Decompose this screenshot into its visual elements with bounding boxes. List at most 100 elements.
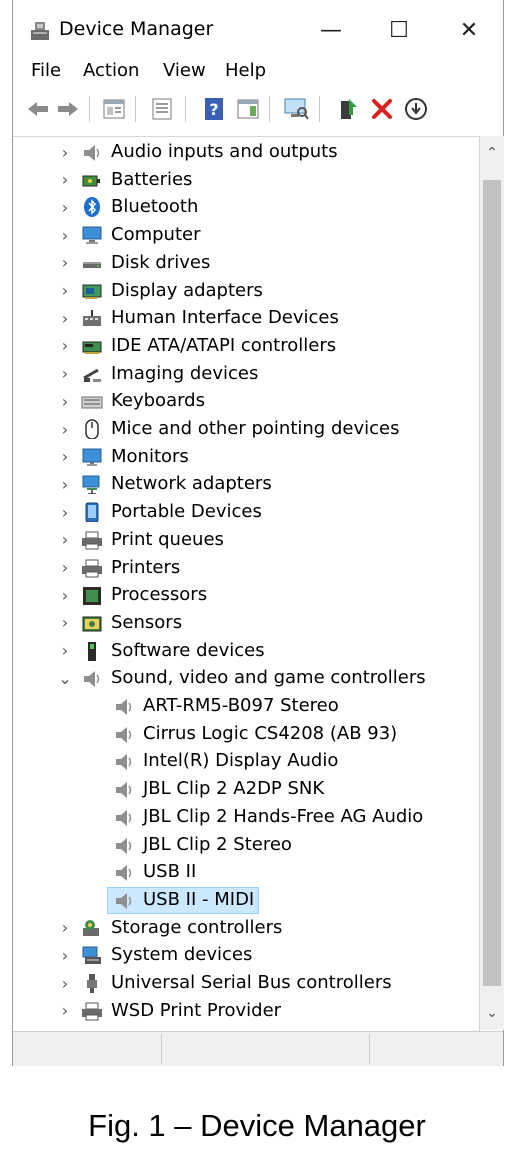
uninstall-icon[interactable] — [369, 96, 395, 122]
scan-hardware-icon[interactable] — [283, 96, 309, 122]
status-divider — [161, 1034, 162, 1064]
expand-chevron-icon[interactable]: › — [57, 612, 73, 634]
tree-category[interactable]: › System devices — [13, 942, 479, 968]
tree-category[interactable]: › Mice and other pointing devices — [13, 416, 479, 442]
expand-chevron-icon[interactable]: › — [57, 1000, 73, 1022]
tree-node-label: System devices — [111, 944, 253, 966]
menu-view[interactable]: View — [163, 60, 206, 81]
tree-device[interactable]: Intel(R) Display Audio — [13, 748, 479, 774]
ide-controller-icon — [81, 336, 103, 356]
tree-category[interactable]: › Batteries — [13, 167, 479, 193]
tree-device-selected[interactable]: USB II - MIDI — [13, 886, 479, 914]
expand-chevron-icon[interactable]: › — [57, 446, 73, 468]
toolbar-separator — [319, 96, 320, 122]
toolbar-separator — [135, 96, 136, 122]
vertical-scrollbar[interactable]: ⌃ ⌄ — [480, 136, 504, 1030]
close-button[interactable]: ✕ — [449, 14, 489, 46]
expand-chevron-icon[interactable]: › — [57, 252, 73, 274]
toolbar-separator — [185, 96, 186, 122]
tree-category[interactable]: › Network adapters — [13, 471, 479, 497]
tree-category[interactable]: › Processors — [13, 582, 479, 608]
expand-chevron-icon[interactable]: › — [57, 390, 73, 412]
expand-chevron-icon[interactable]: › — [57, 363, 73, 385]
expand-chevron-icon[interactable]: › — [57, 501, 73, 523]
expand-chevron-icon[interactable]: › — [57, 418, 73, 440]
window-title: Device Manager — [59, 18, 214, 40]
device-tree[interactable]: › Audio inputs and outputs › Batteries › Blue… — [13, 136, 480, 1031]
show-hidden-icon[interactable] — [149, 96, 175, 122]
processor-icon — [81, 585, 103, 606]
tree-category[interactable]: › Audio inputs and outputs — [13, 139, 479, 165]
tree-category[interactable]: › Monitors — [13, 444, 479, 470]
tree-category[interactable]: › Display adapters — [13, 278, 479, 304]
tree-category[interactable]: › Print queues — [13, 527, 479, 553]
title-bar[interactable]: Device Manager — ☐ ✕ — [13, 0, 503, 58]
speaker-icon — [113, 835, 135, 855]
speaker-icon — [113, 807, 135, 827]
tree-category[interactable]: › Keyboards — [13, 388, 479, 414]
disable-icon[interactable] — [403, 96, 429, 122]
tree-device[interactable]: USB II — [13, 859, 479, 885]
keyboard-icon — [81, 391, 103, 411]
expand-chevron-icon[interactable]: › — [57, 169, 73, 191]
figure-caption: Fig. 1 – Device Manager — [88, 1108, 426, 1143]
expand-chevron-icon[interactable]: › — [57, 335, 73, 357]
expand-chevron-icon[interactable]: › — [57, 557, 73, 579]
tree-node-label: ART-RM5-B097 Stereo — [143, 695, 339, 716]
expand-chevron-icon[interactable]: › — [57, 196, 73, 218]
tree-node-label: Bluetooth — [111, 196, 199, 218]
update-driver-icon[interactable] — [335, 96, 361, 122]
expand-chevron-icon[interactable]: › — [57, 307, 73, 329]
action-pane-icon[interactable] — [235, 96, 261, 122]
tree-device[interactable]: ART-RM5-B097 Stereo — [13, 693, 479, 719]
tree-category[interactable]: › Computer — [13, 222, 479, 248]
minimize-button[interactable]: — — [311, 14, 351, 46]
tree-category[interactable]: › Software devices — [13, 638, 479, 664]
maximize-button[interactable]: ☐ — [379, 14, 419, 46]
tree-node-label: Disk drives — [111, 251, 211, 273]
tree-category[interactable]: › Portable Devices — [13, 499, 479, 525]
tree-category[interactable]: › Human Interface Devices — [13, 305, 479, 331]
tree-device[interactable]: JBL Clip 2 Hands-Free AG Audio — [13, 804, 479, 830]
expand-chevron-icon[interactable]: › — [57, 280, 73, 302]
tree-category[interactable]: › Storage controllers — [13, 915, 479, 941]
speaker-icon — [113, 751, 135, 771]
tree-category[interactable]: › Bluetooth — [13, 194, 479, 220]
tree-category[interactable]: › WSD Print Provider — [13, 998, 479, 1024]
expand-chevron-icon[interactable]: › — [57, 584, 73, 606]
properties-icon[interactable] — [101, 96, 127, 122]
menu-action[interactable]: Action — [83, 60, 139, 81]
bluetooth-icon — [81, 197, 103, 218]
help-icon[interactable]: ? — [201, 96, 227, 122]
tree-category[interactable]: › IDE ATA/ATAPI controllers — [13, 333, 479, 359]
forward-icon[interactable] — [55, 96, 81, 122]
tree-node-label: Portable Devices — [111, 501, 262, 523]
tree-category[interactable]: › Sensors — [13, 610, 479, 636]
expand-chevron-icon[interactable]: › — [57, 141, 73, 163]
tree-category[interactable]: › Disk drives — [13, 250, 479, 276]
tree-category[interactable]: › Universal Serial Bus controllers — [13, 970, 479, 996]
speaker-icon — [81, 668, 103, 688]
expand-chevron-icon[interactable]: › — [57, 529, 73, 551]
portable-device-icon — [81, 502, 103, 523]
menu-help[interactable]: Help — [225, 60, 266, 81]
expand-chevron-icon[interactable]: › — [57, 944, 73, 966]
scroll-thumb[interactable] — [483, 180, 501, 986]
collapse-chevron-icon[interactable]: ⌄ — [57, 667, 73, 689]
tree-device[interactable]: Cirrus Logic CS4208 (AB 93) — [13, 721, 479, 747]
tree-category[interactable]: › Printers — [13, 555, 479, 581]
expand-chevron-icon[interactable]: › — [57, 224, 73, 246]
menu-file[interactable]: File — [31, 60, 61, 81]
back-icon[interactable] — [25, 96, 51, 122]
tree-category[interactable]: › Imaging devices — [13, 361, 479, 387]
computer-icon — [81, 225, 103, 245]
tree-category-expanded[interactable]: ⌄ Sound, video and game controllers — [13, 665, 479, 691]
scroll-down-button[interactable]: ⌄ — [480, 1000, 504, 1026]
expand-chevron-icon[interactable]: › — [57, 473, 73, 495]
scroll-up-button[interactable]: ⌃ — [480, 140, 504, 166]
expand-chevron-icon[interactable]: › — [57, 972, 73, 994]
tree-device[interactable]: JBL Clip 2 A2DP SNK — [13, 776, 479, 802]
expand-chevron-icon[interactable]: › — [57, 917, 73, 939]
tree-device[interactable]: JBL Clip 2 Stereo — [13, 832, 479, 858]
expand-chevron-icon[interactable]: › — [57, 640, 73, 662]
